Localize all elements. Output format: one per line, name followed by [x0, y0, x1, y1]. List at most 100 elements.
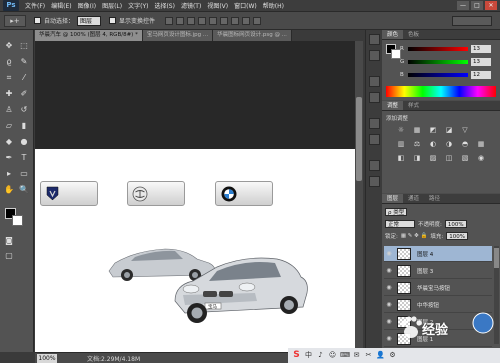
brightness-icon[interactable]: ☼ [396, 125, 406, 135]
zoom-tool-icon[interactable]: 🔍 [18, 184, 30, 196]
blue-value-input[interactable]: 12 [471, 71, 491, 79]
minimize-button[interactable]: — [457, 1, 469, 10]
brilliance-logo-button[interactable] [40, 181, 98, 206]
canvas-scroll-thumb[interactable] [356, 97, 362, 181]
levels-icon[interactable]: ▦ [412, 125, 422, 135]
sogou-input-icon[interactable]: S [292, 351, 301, 360]
ime-chinese-icon[interactable]: 中 [304, 351, 313, 360]
tab-styles[interactable]: 样式 [403, 101, 424, 110]
menu-window[interactable]: 窗口(W) [234, 1, 257, 10]
color-balance-icon[interactable]: ⚖ [412, 139, 422, 149]
tab-layers[interactable]: 图层 [382, 194, 404, 203]
maximize-button[interactable]: □ [471, 1, 483, 10]
red-slider[interactable]: R 13 [400, 45, 496, 53]
character-panel-icon[interactable] [369, 76, 380, 87]
auto-select-checkbox[interactable] [34, 17, 41, 24]
properties-panel-icon[interactable] [369, 50, 380, 61]
pen-tool-icon[interactable]: ✒ [3, 152, 15, 164]
distribute-icon[interactable] [231, 16, 240, 25]
mail-icon[interactable]: ✉ [352, 351, 361, 360]
threshold-icon[interactable]: ▨ [428, 153, 438, 163]
canvas-vertical-scrollbar[interactable] [355, 41, 363, 352]
menu-type[interactable]: 文字(Y) [128, 1, 148, 10]
background-color-swatch[interactable] [12, 215, 23, 226]
brush-tool-icon[interactable]: ✐ [18, 88, 30, 100]
workspace-switcher[interactable] [452, 15, 492, 26]
menu-edit[interactable]: 编辑(E) [51, 1, 71, 10]
stamp-tool-icon[interactable]: ♙ [3, 104, 15, 116]
tab-channels[interactable]: 通道 [403, 194, 424, 203]
settings-icon[interactable]: ⚙ [388, 351, 397, 360]
quick-select-tool-icon[interactable]: ✎ [18, 56, 30, 68]
history-brush-icon[interactable]: ↺ [18, 104, 30, 116]
canvas-workspace[interactable]: 宝马 [35, 41, 355, 352]
shadows-icon[interactable]: ◉ [476, 153, 486, 163]
eye-icon[interactable]: ◉ [384, 250, 394, 257]
green-value-input[interactable]: 13 [471, 58, 491, 66]
keyboard-icon[interactable]: ⌨ [340, 351, 350, 360]
align-left-icon[interactable] [198, 16, 207, 25]
posterize-icon[interactable]: ◨ [412, 153, 422, 163]
fill-input[interactable]: 100% [446, 231, 468, 240]
black-white-icon[interactable]: ◐ [428, 139, 438, 149]
info-panel-icon[interactable] [369, 160, 380, 171]
brush-panel-icon[interactable] [369, 118, 380, 129]
clone-source-panel-icon[interactable] [369, 134, 380, 145]
blue-slider[interactable]: B 12 [400, 71, 496, 79]
channel-mixer-icon[interactable]: ◓ [460, 139, 470, 149]
auto-select-dropdown[interactable]: 图层 [77, 15, 102, 26]
eye-icon[interactable]: ◉ [384, 267, 394, 274]
move-tool-preset[interactable]: ▸+ [4, 14, 26, 27]
move-tool-icon[interactable]: ✥ [3, 40, 15, 52]
menu-view[interactable]: 视图(V) [207, 1, 228, 10]
show-transform-checkbox[interactable] [109, 17, 117, 24]
layer-row[interactable]: ◉ 图层 4 [384, 246, 492, 262]
scissors-icon[interactable]: ✂ [364, 351, 373, 360]
eraser-tool-icon[interactable]: ▱ [3, 120, 15, 132]
tab-huachen-icon[interactable]: 华晨图标网页设计.psg @ ... [213, 30, 292, 41]
eyedropper-tool-icon[interactable]: ⁄ [18, 72, 30, 84]
color-spectrum-bar[interactable] [386, 86, 496, 97]
layer-row[interactable]: ◉ 华晨宝马按钮 [384, 280, 492, 296]
history-panel-icon[interactable] [369, 34, 380, 45]
layer-kind-filter[interactable]: ρ 类型 [385, 207, 408, 216]
close-button[interactable]: ✕ [485, 1, 497, 10]
user-icon[interactable]: 👤 [376, 351, 385, 360]
menu-help[interactable]: 帮助(H) [263, 1, 284, 10]
marquee-tool-icon[interactable]: ⬚ [18, 40, 30, 52]
lock-icons[interactable]: ▦ ✎ ✥ 🔒 [401, 233, 428, 239]
photo-filter-icon[interactable]: ◑ [444, 139, 454, 149]
layer-name[interactable]: 图层 4 [417, 250, 433, 258]
gradient-tool-icon[interactable]: ▮ [18, 120, 30, 132]
distribute-3-icon[interactable] [253, 16, 262, 25]
zhonghua-logo-button[interactable] [127, 181, 185, 206]
blue-track[interactable] [408, 73, 468, 77]
bmw-logo-button[interactable] [215, 181, 273, 206]
voice-icon[interactable]: ♪ [316, 351, 325, 360]
color-lookup-icon[interactable]: ▦ [476, 139, 486, 149]
menu-filter[interactable]: 滤镜(T) [181, 1, 201, 10]
tab-bmw-icon[interactable]: 宝马网页设计图标.jpg ... [142, 30, 214, 41]
distribute-2-icon[interactable] [242, 16, 251, 25]
layer-row[interactable]: ◉ 图层 3 [384, 263, 492, 279]
gradient-map-icon[interactable]: ◫ [444, 153, 454, 163]
type-tool-icon[interactable]: T [18, 152, 30, 164]
dodge-tool-icon[interactable]: ● [18, 136, 30, 148]
red-value-input[interactable]: 13 [471, 45, 491, 53]
menu-image[interactable]: 图像(I) [78, 1, 96, 10]
align-bottom-icon[interactable] [187, 16, 196, 25]
healing-tool-icon[interactable]: ✚ [3, 88, 15, 100]
layer-name[interactable]: 图层 3 [417, 267, 433, 275]
eye-icon[interactable]: ◉ [384, 301, 394, 308]
tab-swatches[interactable]: 色板 [403, 30, 424, 39]
align-middle-icon[interactable] [176, 16, 185, 25]
blur-tool-icon[interactable]: ◆ [3, 136, 15, 148]
paragraph-panel-icon[interactable] [369, 92, 380, 103]
navigator-panel-icon[interactable] [369, 176, 380, 187]
invert-icon[interactable]: ◧ [396, 153, 406, 163]
eye-icon[interactable]: ◉ [384, 318, 394, 325]
eye-icon[interactable]: ◉ [384, 284, 394, 291]
hand-tool-icon[interactable]: ✋ [3, 184, 15, 196]
exposure-icon[interactable]: ◪ [444, 125, 454, 135]
green-slider[interactable]: G 13 [400, 58, 496, 66]
